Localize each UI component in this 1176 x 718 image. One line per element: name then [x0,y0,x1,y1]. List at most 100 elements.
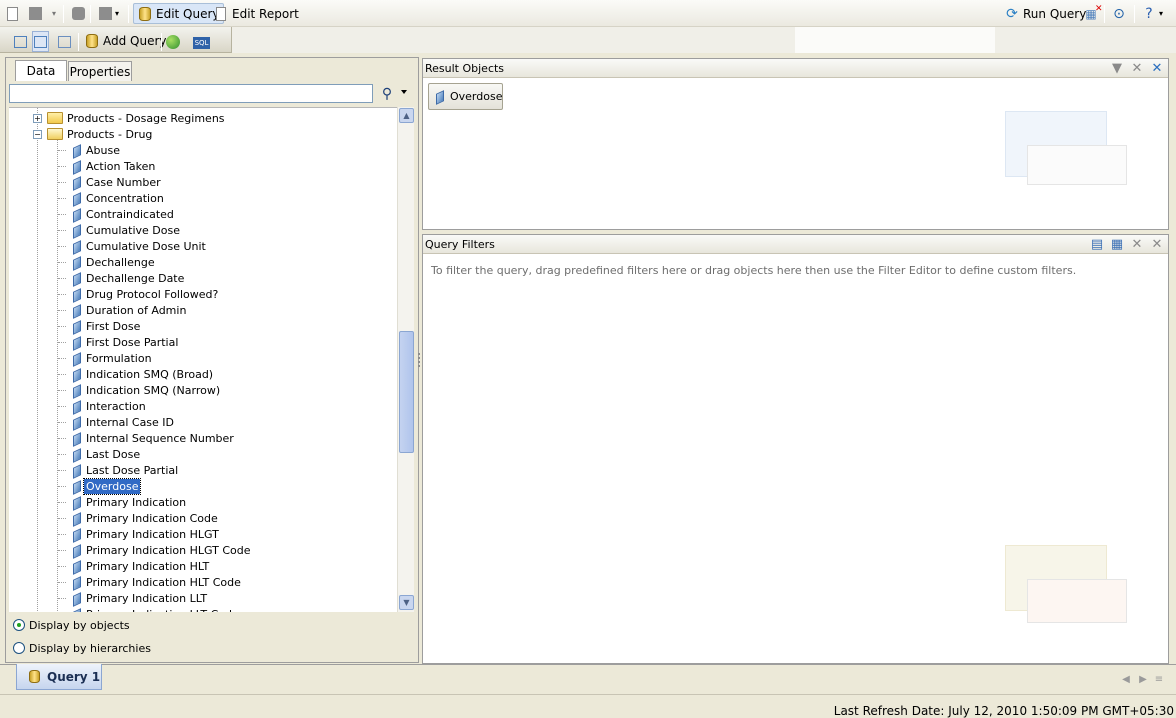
previous-tab-icon[interactable]: ◀ [1121,675,1131,685]
dimension-object-icon [71,609,81,613]
tree-item[interactable]: Primary Indication Code [71,510,220,526]
display-by-hierarchies-option[interactable]: Display by hierarchies [13,640,151,656]
tree-item[interactable]: Primary Indication LLT [71,590,209,606]
tree-item[interactable]: Internal Sequence Number [71,430,236,446]
edit-report-button[interactable]: Edit Report [214,3,299,24]
tree-item[interactable]: Formulation [71,350,154,366]
tree-item[interactable]: Primary Indication HLGT [71,526,221,542]
tree-item[interactable]: Duration of Admin [71,302,188,318]
dimension-object-icon [434,91,444,102]
tree-item[interactable]: Primary Indication HLGT Code [71,542,253,558]
tree-item[interactable]: Primary Indication HLT [71,558,211,574]
help-button[interactable]: ? ▾ [1141,3,1163,24]
radio-button[interactable] [13,642,25,654]
sql-button[interactable]: SQL [193,32,210,53]
export-button[interactable]: ▾ [97,3,119,24]
tree-guide-line [58,310,66,311]
tree-item[interactable]: Last Dose [71,446,142,462]
tab-list-icon[interactable]: ≡ [1154,675,1164,685]
data-view-button[interactable] [12,31,29,52]
result-objects-panel: Result Objects ▼ ✕ ✕ [422,58,1169,230]
find-button[interactable]: ⚲ [377,84,397,103]
display-by-objects-option[interactable]: Display by objects [13,617,130,633]
tab-query-1[interactable]: Query 1 [16,664,102,690]
print-button[interactable] [70,3,87,24]
tree-folder[interactable]: Products - Drug [47,126,154,142]
save-dropdown-button[interactable]: ▾ [52,3,56,24]
edit-query-button[interactable]: Edit Query [133,3,224,24]
tree-item[interactable]: Primary Indication LLT Code [71,606,241,613]
dimension-object-icon [71,241,81,252]
dimension-object-icon [71,321,81,332]
new-document-button[interactable] [5,3,20,24]
display-by-hierarchies-label: Display by hierarchies [29,641,151,655]
tree-item[interactable]: Last Dose Partial [71,462,180,478]
filter-icon[interactable]: ▼ [1110,61,1124,76]
result-objects-title: Result Objects [425,61,505,75]
tree-item[interactable]: Concentration [71,190,166,206]
tree-item[interactable]: Action Taken [71,158,157,174]
tree-scrollbar[interactable]: ▲ ▼ [397,107,414,612]
add-subquery-icon[interactable]: ▤ [1090,237,1104,252]
remove-all-icon[interactable]: ✕ [1150,61,1164,76]
tree-folder[interactable]: Products - Dosage Regimens [47,110,227,126]
expand-toggle[interactable]: + [33,114,42,123]
collapse-toggle[interactable]: − [33,130,42,139]
save-button[interactable] [27,3,44,24]
remove-icon[interactable]: ✕ [1130,61,1144,76]
tab-data[interactable]: Data [15,60,67,81]
tree-guide-line [58,438,66,439]
find-options-dropdown-icon[interactable] [401,90,407,94]
tree-item[interactable]: Cumulative Dose Unit [71,238,208,254]
toolbar-blank-area [795,27,995,53]
tab-properties[interactable]: Properties [68,61,132,81]
tracking-button[interactable]: ⊙ [1111,3,1127,24]
dimension-object-icon [71,145,81,156]
dimension-object-icon [71,353,81,364]
combined-query-button[interactable] [166,31,180,52]
tree-item[interactable]: Abuse [71,142,122,158]
object-search-input[interactable] [9,84,373,103]
tree-item[interactable]: Dechallenge [71,254,157,270]
add-query-button[interactable]: Add Query [84,30,167,51]
grid-view-button[interactable] [56,31,73,52]
tree-item[interactable]: Interaction [71,398,148,414]
tree-item[interactable]: Internal Case ID [71,414,176,430]
dimension-object-icon [71,593,81,604]
tracking-icon: ⊙ [1113,5,1125,22]
outline-view-button[interactable] [32,31,49,52]
last-refresh-date: Last Refresh Date: July 12, 2010 1:50:09… [833,704,1174,718]
remove-icon[interactable]: ✕ [1130,237,1144,252]
tree-item[interactable]: Indication SMQ (Narrow) [71,382,222,398]
dimension-object-icon [71,273,81,284]
edit-query-label: Edit Query [156,6,220,21]
radio-button-selected[interactable] [13,619,25,631]
add-filter-icon[interactable]: ▦ [1110,237,1124,252]
tree-item[interactable]: Contraindicated [71,206,176,222]
scroll-up-arrow-icon[interactable]: ▲ [399,108,414,123]
tree-item-label: Duration of Admin [86,303,187,317]
tree-item[interactable]: Indication SMQ (Broad) [71,366,215,382]
result-object-chip[interactable]: Overdose [428,83,503,110]
tree-item[interactable]: Primary Indication [71,494,188,510]
remove-all-icon[interactable]: ✕ [1150,237,1164,252]
tree-item[interactable]: Dechallenge Date [71,270,186,286]
scroll-thumb[interactable] [399,331,414,453]
dimension-object-icon [71,257,81,268]
tree-guide-line [58,182,66,183]
tree-item[interactable]: First Dose [71,318,142,334]
tree-item[interactable]: Overdose [71,477,142,495]
purge-button[interactable]: ▦ ✕ [1083,3,1107,24]
next-tab-icon[interactable]: ▶ [1138,675,1148,685]
run-query-button[interactable]: ⟳ Run Query [1004,3,1086,24]
tree-item[interactable]: Case Number [71,174,163,190]
tree-item[interactable]: First Dose Partial [71,334,180,350]
tree-item[interactable]: Drug Protocol Followed? [71,286,220,302]
report-icon [216,6,226,21]
tree-item[interactable]: Cumulative Dose [71,222,182,238]
panel-splitter-handle[interactable] [418,353,420,367]
tree-folder-label: Products - Drug [67,127,153,141]
scroll-down-arrow-icon[interactable]: ▼ [399,595,414,610]
refresh-icon: ⟳ [1006,5,1018,22]
tree-item[interactable]: Primary Indication HLT Code [71,574,243,590]
